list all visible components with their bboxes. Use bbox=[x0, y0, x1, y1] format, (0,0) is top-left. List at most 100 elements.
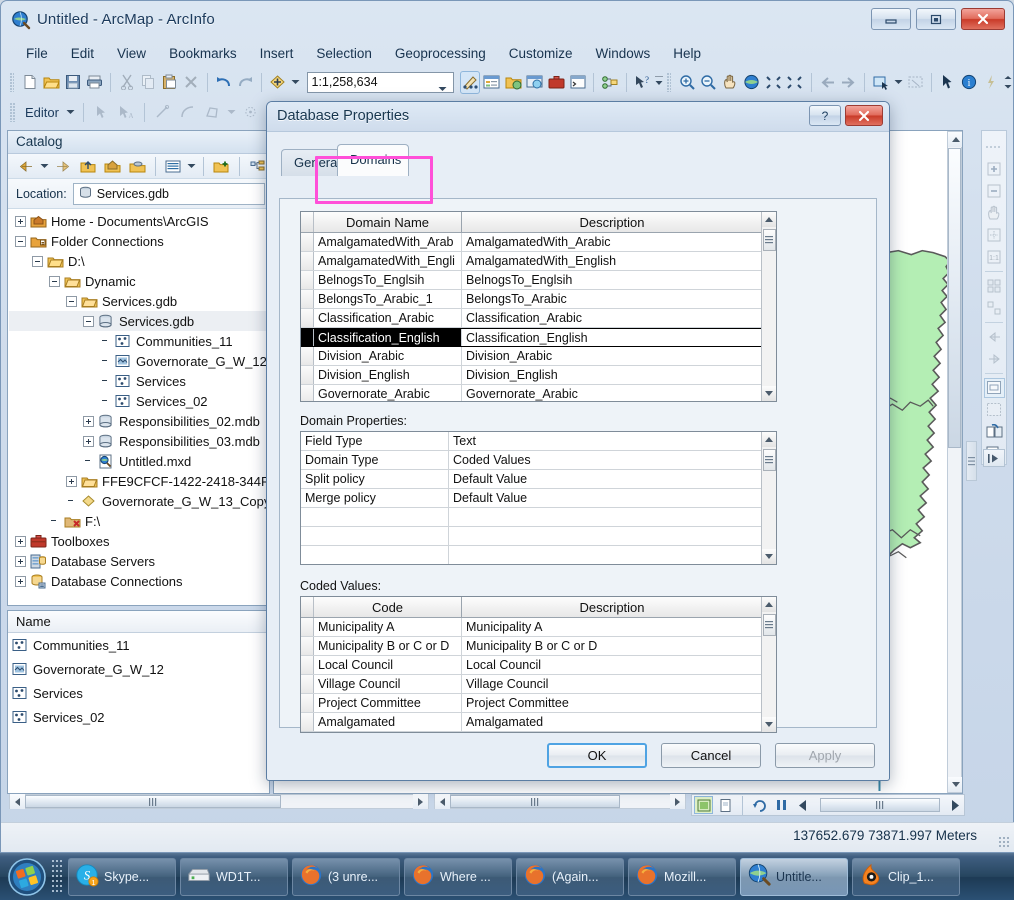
chevron-down-icon[interactable] bbox=[438, 81, 447, 95]
tree-collapser[interactable] bbox=[66, 295, 77, 307]
taskbar-item[interactable]: Clip_1... bbox=[852, 857, 960, 896]
row-selector[interactable] bbox=[301, 252, 314, 270]
table-row[interactable]: Governorate_Arabic Governorate_Arabic bbox=[301, 385, 776, 401]
domains-scroll-thumb[interactable] bbox=[762, 229, 776, 251]
column-description[interactable]: Description bbox=[462, 212, 762, 232]
row-selector[interactable] bbox=[301, 366, 314, 384]
domains-grid-body[interactable]: AmalgamatedWith_Arab AmalgamatedWith_Arab… bbox=[301, 233, 776, 401]
catalog-scroll-thumb[interactable] bbox=[25, 795, 281, 808]
tree-item[interactable]: F:\ bbox=[9, 511, 268, 531]
editor-toolbar-toggle-icon[interactable] bbox=[460, 70, 480, 94]
curve-segment-icon[interactable] bbox=[176, 101, 199, 124]
toolbar-overflow-icon[interactable] bbox=[654, 71, 664, 94]
dock-splitter-handle[interactable] bbox=[966, 441, 977, 481]
tree-item[interactable]: Toolboxes bbox=[9, 531, 268, 551]
name-list[interactable]: Communities_11 Governorate_G_W_12 Services… bbox=[8, 633, 269, 729]
tree-expander[interactable] bbox=[15, 575, 26, 587]
row-selector[interactable] bbox=[301, 290, 314, 308]
row-selector[interactable] bbox=[301, 637, 314, 655]
layer-next-arrow-icon[interactable] bbox=[945, 796, 964, 814]
sketch-properties-icon[interactable] bbox=[239, 101, 262, 124]
table-row[interactable]: AmalgamatedWith_Engli AmalgamatedWith_Eng… bbox=[301, 252, 776, 271]
tools-toolbar-grip[interactable] bbox=[667, 72, 672, 92]
fixed-zoom-out-page-icon[interactable] bbox=[984, 298, 1005, 318]
menu-help[interactable]: Help bbox=[662, 42, 712, 65]
tree-item[interactable]: Services bbox=[9, 371, 268, 391]
row-selector[interactable] bbox=[301, 675, 314, 693]
select-dropdown-icon[interactable] bbox=[893, 71, 904, 94]
menu-file[interactable]: File bbox=[15, 42, 59, 65]
side-grip[interactable] bbox=[984, 137, 1005, 157]
scroll-up-arrow[interactable] bbox=[761, 212, 776, 227]
tree-item[interactable]: Folder Connections bbox=[9, 231, 268, 251]
location-combo[interactable]: Services.gdb bbox=[72, 182, 265, 205]
table-row[interactable]: Municipality B or C or D Municipality B o… bbox=[301, 637, 776, 656]
table-row[interactable]: Local Council Local Council bbox=[301, 656, 776, 675]
tree-item[interactable]: FFE9CFCF-1422-2418-344F bbox=[9, 471, 268, 491]
taskbar-item[interactable]: Untitle... bbox=[740, 857, 848, 896]
go-forward-page-icon[interactable] bbox=[984, 349, 1005, 369]
row-selector[interactable] bbox=[301, 694, 314, 712]
zoom-out-page-icon[interactable] bbox=[984, 181, 1005, 201]
scroll-left-arrow[interactable] bbox=[10, 794, 25, 809]
dialog-close-button[interactable] bbox=[845, 105, 883, 126]
map-vertical-scrollbar[interactable] bbox=[947, 131, 962, 793]
tree-item[interactable]: Responsibilities_03.mdb bbox=[9, 431, 268, 451]
paste-icon[interactable] bbox=[160, 71, 180, 94]
back-arrow-icon[interactable] bbox=[14, 155, 37, 178]
taskbar-item[interactable]: S 1 Skype... bbox=[68, 857, 176, 896]
domains-grid[interactable]: Domain Name Description AmalgamatedWith_… bbox=[300, 211, 777, 402]
whats-this-help-icon[interactable]: ? bbox=[633, 71, 653, 94]
property-row[interactable]: Field Type Text bbox=[301, 432, 776, 451]
back-dropdown-icon[interactable] bbox=[39, 155, 50, 178]
table-of-contents-icon[interactable] bbox=[482, 71, 502, 94]
scroll-right-arrow[interactable] bbox=[670, 794, 685, 809]
tree-item[interactable]: Database Servers bbox=[9, 551, 268, 571]
identify-icon[interactable]: i bbox=[960, 71, 980, 94]
tree-item[interactable]: Governorate_G_W_12 bbox=[9, 351, 268, 371]
cut-icon[interactable] bbox=[117, 71, 137, 94]
toolbox-window-icon[interactable] bbox=[546, 71, 566, 94]
property-row[interactable] bbox=[301, 546, 776, 564]
table-row[interactable]: BelnogsTo_Englsih BelnogsTo_Englsih bbox=[301, 271, 776, 290]
table-row[interactable]: Division_Arabic Division_Arabic bbox=[301, 347, 776, 366]
clear-selection-icon[interactable] bbox=[906, 71, 926, 94]
tree-item[interactable]: Services_02 bbox=[9, 391, 268, 411]
domain-properties-body[interactable]: Field Type Text Domain Type Coded Values Spl… bbox=[301, 432, 776, 564]
domain-properties-grid[interactable]: Field Type Text Domain Type Coded Values Spl… bbox=[300, 431, 777, 565]
properties-grid-scrollbar[interactable] bbox=[761, 432, 776, 564]
scroll-down-arrow[interactable] bbox=[761, 549, 776, 564]
scroll-right-arrow[interactable] bbox=[413, 794, 428, 809]
edit-tool-arrow-icon[interactable] bbox=[90, 101, 113, 124]
start-orb-icon[interactable] bbox=[4, 856, 50, 898]
add-data-icon[interactable] bbox=[268, 71, 288, 94]
tree-item[interactable]: Database Connections bbox=[9, 571, 268, 591]
row-selector[interactable] bbox=[301, 618, 314, 636]
menu-view[interactable]: View bbox=[106, 42, 157, 65]
dock-expand-handle[interactable] bbox=[983, 449, 1005, 467]
menu-customize[interactable]: Customize bbox=[498, 42, 584, 65]
scroll-down-arrow[interactable] bbox=[761, 386, 776, 401]
trace-polygon-icon[interactable] bbox=[201, 101, 224, 124]
menu-selection[interactable]: Selection bbox=[305, 42, 383, 65]
tree-item[interactable]: Communities_11 bbox=[9, 331, 268, 351]
editor-toolbar-grip[interactable] bbox=[10, 102, 15, 122]
table-row[interactable]: Classification_Arabic Classification_Arab… bbox=[301, 309, 776, 328]
row-selector[interactable] bbox=[301, 233, 314, 251]
tree-collapser[interactable] bbox=[49, 275, 60, 287]
menu-insert[interactable]: Insert bbox=[249, 42, 305, 65]
taskbar-item[interactable]: (3 unre... bbox=[292, 857, 400, 896]
tree-collapser[interactable] bbox=[32, 255, 43, 267]
zoom-out-icon[interactable] bbox=[699, 71, 719, 94]
menu-geoprocessing[interactable]: Geoprocessing bbox=[384, 42, 497, 65]
toggle-draft-mode-icon[interactable] bbox=[983, 377, 1005, 398]
list-item[interactable]: Services_02 bbox=[8, 705, 269, 729]
scroll-down-arrow[interactable] bbox=[948, 777, 962, 792]
row-selector[interactable] bbox=[301, 271, 314, 289]
pause-drawing-icon[interactable] bbox=[772, 796, 791, 814]
list-view-icon[interactable] bbox=[162, 155, 185, 178]
python-window-icon[interactable] bbox=[568, 71, 588, 94]
focus-data-frame-icon[interactable] bbox=[984, 400, 1005, 420]
cancel-button[interactable]: Cancel bbox=[661, 743, 761, 768]
save-icon[interactable] bbox=[63, 71, 83, 94]
